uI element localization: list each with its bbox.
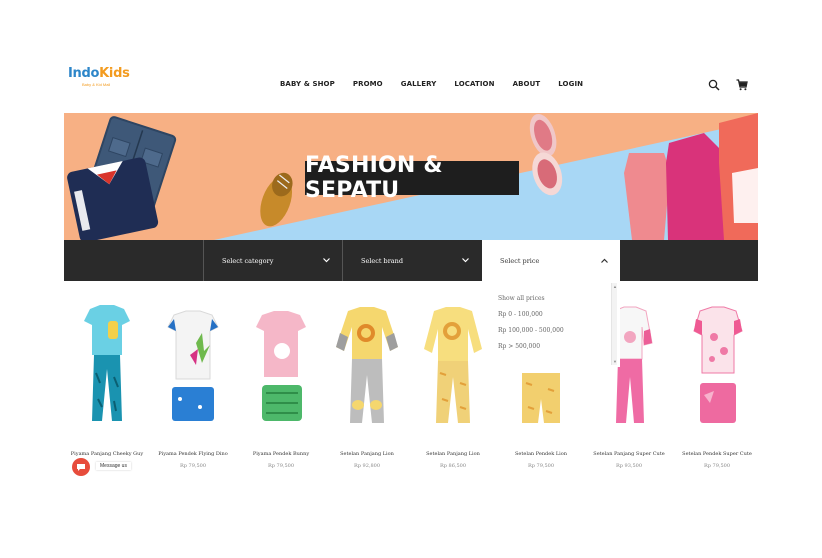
logo-tagline: Baby & Kid Mall: [82, 82, 111, 87]
price-option[interactable]: Rp 100,000 - 500,000: [498, 327, 564, 334]
nav-about[interactable]: ABOUT: [513, 80, 541, 88]
brand-logo[interactable]: IndoKids Baby & Kid Mall: [68, 66, 130, 87]
product-price: Rp 86,500: [439, 463, 467, 469]
chat-widget[interactable]: Message us: [72, 458, 132, 476]
product-image: [167, 310, 219, 421]
chevron-down-icon: [323, 256, 330, 265]
product-name[interactable]: Piyama Pendek Bunny: [238, 451, 324, 457]
price-dropdown-list: Show all prices Rp 0 - 100,000 Rp 100,00…: [482, 281, 620, 367]
scroll-down-icon[interactable]: ▼: [613, 359, 617, 364]
site-header: IndoKids Baby & Kid Mall BABY & SHOP PRO…: [64, 60, 758, 110]
product-card[interactable]: Piyama Pendek Flying Dino Rp 79,500: [150, 295, 236, 475]
product-price: Rp 93,500: [615, 463, 643, 469]
search-icon[interactable]: [708, 78, 720, 96]
product-price: Rp 79,500: [703, 463, 731, 469]
nav-location[interactable]: LOCATION: [454, 80, 494, 88]
product-card[interactable]: Piyama Pendek Bunny Rp 79,500: [238, 295, 324, 475]
banner-title: FASHION & SEPATU: [305, 153, 519, 203]
product-price: Rp 79,500: [267, 463, 295, 469]
chat-icon[interactable]: [72, 458, 90, 476]
product-price: Rp 92,800: [353, 463, 381, 469]
product-card[interactable]: Setelan Panjang Lion Rp 92,800: [324, 295, 410, 475]
chevron-down-icon: [462, 256, 469, 265]
price-select-label: Select price: [500, 256, 540, 265]
nav-baby-shop[interactable]: BABY & SHOP: [280, 80, 335, 88]
price-option[interactable]: Rp 0 - 100,000: [498, 311, 543, 318]
category-select-label: Select category: [222, 256, 274, 265]
product-name[interactable]: Piyama Pendek Flying Dino: [150, 451, 236, 457]
logo-indo: Indo: [68, 66, 100, 81]
dropdown-scrollbar[interactable]: ▲ ▼: [611, 283, 617, 365]
brand-select[interactable]: Select brand: [342, 240, 481, 281]
product-price: Rp 79,500: [179, 463, 207, 469]
product-card[interactable]: Setelan Pendek Super Cute Rp 79,500: [674, 295, 760, 475]
header-icons: [708, 78, 748, 96]
main-nav: BABY & SHOP PROMO GALLERY LOCATION ABOUT…: [280, 80, 583, 88]
cart-icon[interactable]: [736, 78, 748, 96]
product-name[interactable]: Setelan Pendek Super Cute: [674, 451, 760, 457]
brand-select-label: Select brand: [361, 256, 404, 265]
nav-gallery[interactable]: GALLERY: [401, 80, 437, 88]
product-name[interactable]: Setelan Panjang Lion: [410, 451, 496, 457]
product-image: [336, 307, 398, 423]
price-option[interactable]: Show all prices: [498, 295, 545, 302]
category-select[interactable]: Select category: [203, 240, 342, 281]
product-image: [84, 305, 130, 421]
product-name[interactable]: Setelan Pendek Lion: [498, 451, 584, 457]
logo-kids: Kids: [99, 66, 130, 81]
scroll-up-icon[interactable]: ▲: [613, 284, 617, 289]
nav-promo[interactable]: PROMO: [353, 80, 383, 88]
product-name[interactable]: Piyama Panjang Cheeky Guy: [64, 451, 150, 457]
product-card[interactable]: Piyama Panjang Cheeky Guy: [64, 295, 150, 475]
product-name[interactable]: Setelan Panjang Super Cute: [586, 451, 672, 457]
price-option[interactable]: Rp > 500,000: [498, 343, 540, 350]
product-grid: Piyama Panjang Cheeky Guy Piyama Pendek …: [64, 295, 758, 475]
product-name[interactable]: Setelan Panjang Lion: [324, 451, 410, 457]
product-image: [256, 311, 306, 421]
logo-text: IndoKids: [68, 66, 130, 81]
chevron-up-icon: [601, 256, 608, 265]
product-image: [693, 306, 743, 423]
product-price: Rp 79,500: [527, 463, 555, 469]
price-select[interactable]: Select price: [482, 240, 620, 281]
chat-label[interactable]: Message us: [96, 462, 131, 470]
nav-login[interactable]: LOGIN: [558, 80, 583, 88]
filter-bar: Select category Select brand Select pric…: [64, 240, 758, 281]
